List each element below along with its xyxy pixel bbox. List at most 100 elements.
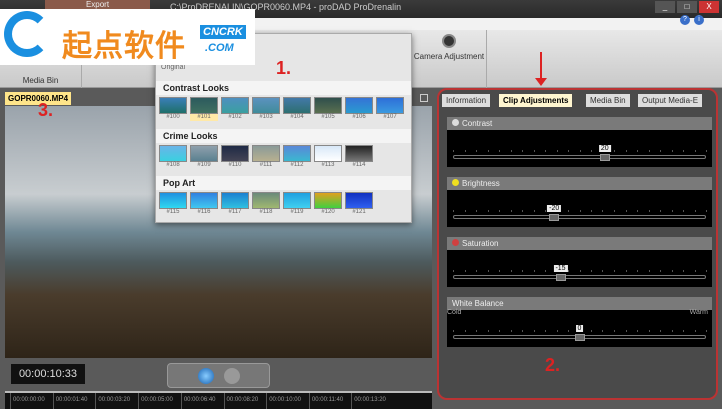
look-thumbnail[interactable]: #106 (345, 97, 373, 121)
timeline-tick: 00:00:01:40 (52, 393, 87, 409)
slider-header: White Balance (447, 297, 712, 310)
annotation-2: 2. (545, 355, 561, 375)
slider-icon (452, 179, 459, 186)
thumbnail-image (314, 97, 342, 114)
tab-information[interactable]: Information (442, 94, 491, 107)
logo-icon (4, 11, 50, 57)
stop-icon[interactable] (224, 368, 240, 384)
thumbnail-image (345, 145, 373, 162)
annotation-1: 1. (276, 58, 292, 78)
look-thumbnail[interactable]: #115 (159, 192, 187, 216)
thumbnail-image (159, 145, 187, 162)
minimize-button[interactable]: _ (655, 1, 675, 13)
look-thumbnail[interactable]: #117 (221, 192, 249, 216)
slider-icon (452, 239, 459, 246)
look-label: #105 (321, 114, 335, 120)
maximize-panel-icon[interactable] (420, 94, 428, 102)
export-tab[interactable]: Export (45, 0, 150, 9)
section-title: Crime Looks (156, 129, 411, 143)
look-label: #108 (166, 162, 180, 168)
thumbnail-image (190, 192, 218, 209)
watermark-logo: 起点软件 CNCRK .COM (0, 9, 255, 65)
look-thumbnail[interactable]: #102 (221, 97, 249, 121)
thumbnail-image (376, 97, 404, 114)
timecode-display: 00:00:10:33 (11, 364, 85, 384)
close-button[interactable]: X (699, 1, 719, 13)
slider-value: 0 (575, 325, 584, 332)
slider-handle[interactable] (574, 334, 585, 341)
maximize-button[interactable]: □ (677, 1, 697, 13)
look-thumbnail[interactable]: #119 (283, 192, 311, 216)
thumbnail-image (252, 145, 280, 162)
look-thumbnail[interactable]: #118 (252, 192, 280, 216)
slider-header: Brightness (447, 177, 712, 190)
thumbnail-image (283, 192, 311, 209)
look-label: #106 (352, 114, 366, 120)
help-icon[interactable]: ? (680, 15, 690, 25)
look-thumbnail[interactable]: #100 (159, 97, 187, 121)
slider-track[interactable] (453, 275, 706, 279)
slider-track[interactable] (453, 215, 706, 219)
slider-handle[interactable] (599, 154, 610, 161)
look-thumbnail[interactable]: #116 (190, 192, 218, 216)
look-thumbnail[interactable]: #120 (314, 192, 342, 216)
look-label: #102 (228, 114, 242, 120)
logo-domain: .COM (205, 42, 234, 54)
timeline-tick: 00:00:03:20 (95, 393, 130, 409)
slider-brightness: Brightness -20 (447, 177, 712, 227)
look-thumbnail[interactable]: #121 (345, 192, 373, 216)
look-thumbnail[interactable]: #111 (252, 145, 280, 169)
look-label: #101 (197, 114, 211, 120)
section-title: Contrast Looks (156, 81, 411, 95)
look-thumbnail[interactable]: #112 (283, 145, 311, 169)
timeline-tick: 00:00:08:20 (223, 393, 258, 409)
camera-icon (442, 34, 456, 48)
thumbnail-image (190, 145, 218, 162)
look-thumbnail[interactable]: #109 (190, 145, 218, 169)
look-thumbnail[interactable]: #104 (283, 97, 311, 121)
tab-media-bin[interactable]: Media Bin (586, 94, 630, 107)
info-icon[interactable]: i (694, 15, 704, 25)
camera-adjustment-button[interactable]: Camera Adjustment (412, 30, 487, 88)
timeline-tick: 00:00:00:00 (10, 393, 45, 409)
look-label: #119 (290, 209, 304, 215)
look-thumbnail[interactable]: #105 (314, 97, 342, 121)
thumbnail-image (221, 97, 249, 114)
look-thumbnail[interactable]: #107 (376, 97, 404, 121)
look-label: #117 (228, 209, 242, 215)
timeline-ruler[interactable]: 00:00:00:00 00:00:01:40 00:00:03:20 00:00:0… (5, 391, 432, 409)
look-thumbnail[interactable]: #101 (190, 97, 218, 121)
warm-label: Warm (689, 309, 708, 316)
slider-handle[interactable] (549, 214, 560, 221)
thumbnail-image (314, 192, 342, 209)
section-title: Pop Art (156, 176, 411, 190)
thumbnail-image (314, 145, 342, 162)
look-label: #115 (166, 209, 180, 215)
look-thumbnail[interactable]: #110 (221, 145, 249, 169)
play-icon[interactable] (198, 368, 214, 384)
look-thumbnail[interactable]: #103 (252, 97, 280, 121)
slider-value: 20 (598, 145, 611, 152)
annotation-3: 3. (38, 100, 54, 120)
logo-badge: CNCRK (200, 25, 246, 39)
adjustments-panel: Information Clip Adjustments Media Bin O… (437, 88, 718, 400)
thumbnail-image (252, 192, 280, 209)
thumbnail-image (159, 192, 187, 209)
slider-icon (452, 119, 459, 126)
slider-header: Saturation (447, 237, 712, 250)
timeline-tick: 00:00:10:00 (266, 393, 301, 409)
slider-label: Saturation (462, 239, 499, 248)
thumbnail-image (345, 97, 373, 114)
slider-handle[interactable] (555, 274, 566, 281)
slider-label: White Balance (452, 299, 504, 308)
slider-track[interactable] (453, 155, 706, 159)
look-thumbnail[interactable]: #114 (345, 145, 373, 169)
tab-output-media[interactable]: Output Media-E (638, 94, 703, 107)
tab-clip-adjustments[interactable]: Clip Adjustments (499, 94, 573, 107)
look-thumbnail[interactable]: #113 (314, 145, 342, 169)
cold-label: Cold (447, 309, 462, 316)
look-label: #116 (197, 209, 211, 215)
thumbnail-image (159, 97, 187, 114)
thumbnail-image (252, 97, 280, 114)
look-thumbnail[interactable]: #108 (159, 145, 187, 169)
